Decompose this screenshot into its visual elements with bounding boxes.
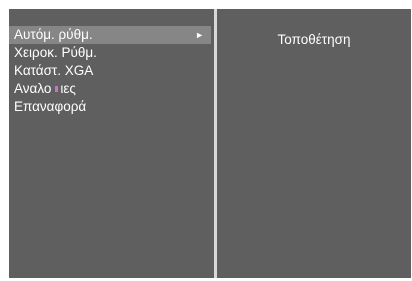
menu-item-label-suffix: ιες xyxy=(60,81,76,96)
menu-item-auto-adjust[interactable]: Αυτόμ. ρύθμ. ► xyxy=(9,26,211,44)
menu-item-label: Αυτόμ. ρύθμ. xyxy=(14,27,93,42)
menu-pane: Αυτόμ. ρύθμ. ► Χειροκ. Ρύθμ. Κατάστ. XGA… xyxy=(9,9,214,278)
detail-pane: Τοποθέτηση xyxy=(217,9,411,278)
right-triangle-icon: ► xyxy=(195,30,204,40)
menu-item-label: Χειροκ. Ρύθμ. xyxy=(14,45,97,60)
menu-item-label-prefix: Αναλο xyxy=(14,81,52,96)
menu-item-xga-mode[interactable]: Κατάστ. XGA xyxy=(9,62,214,80)
menu-item-ratio[interactable]: Αναλο ιες xyxy=(9,80,214,98)
menu-item-label: Επαναφορά xyxy=(14,99,87,114)
glitch-mark xyxy=(51,82,60,94)
osd-menu-window: Αυτόμ. ρύθμ. ► Χειροκ. Ρύθμ. Κατάστ. XGA… xyxy=(9,9,411,278)
menu-item-reset[interactable]: Επαναφορά xyxy=(9,98,214,116)
menu-item-manual-adjust[interactable]: Χειροκ. Ρύθμ. xyxy=(9,44,214,62)
menu-list: Αυτόμ. ρύθμ. ► Χειροκ. Ρύθμ. Κατάστ. XGA… xyxy=(9,26,214,116)
menu-item-label: Κατάστ. XGA xyxy=(14,63,94,78)
detail-title: Τοποθέτηση xyxy=(277,32,351,47)
